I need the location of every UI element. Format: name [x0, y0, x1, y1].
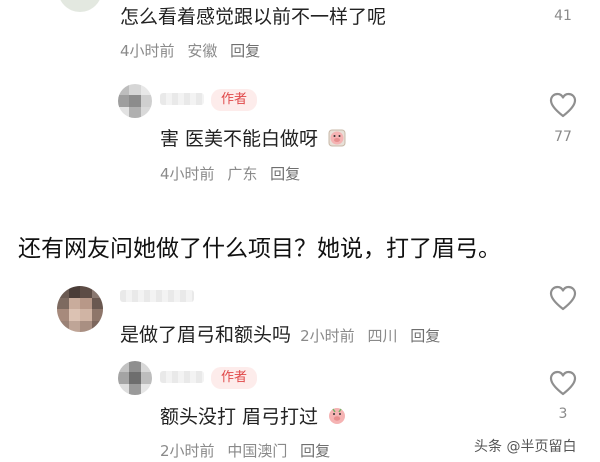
avatar[interactable]	[58, 0, 102, 12]
comment-location: 广东	[227, 165, 258, 183]
comment-location: 安徽	[187, 42, 218, 60]
heart-icon	[549, 370, 577, 396]
comment-text: 额头没打 眉弓打过	[160, 402, 347, 429]
like-button[interactable]	[549, 370, 577, 400]
pig-face-emoji-icon	[327, 406, 347, 426]
author-badge: 作者	[211, 89, 258, 111]
comment-time: 4小时前	[160, 165, 215, 183]
blurred-username	[120, 290, 194, 302]
blurred-username	[160, 93, 204, 105]
comment-time: 2小时前	[160, 442, 215, 460]
comment-meta: 4小时前 广东 回复	[160, 163, 308, 184]
heart-icon	[549, 285, 577, 311]
avatar[interactable]	[57, 286, 103, 332]
heart-icon	[549, 92, 577, 118]
like-count: 3	[558, 406, 568, 422]
reply-button[interactable]: 回复	[300, 442, 330, 460]
comment-meta: 2小时前 中国澳门 回复	[160, 440, 338, 461]
like-count: 77	[554, 129, 572, 145]
comment-text: 怎么看着感觉跟以前不一样了呢	[120, 6, 387, 28]
comment-text: 害 医美不能白做呀	[160, 124, 347, 151]
comment-time: 2小时前	[300, 327, 355, 345]
comment-location: 四川	[367, 327, 398, 345]
author-badge: 作者	[211, 367, 258, 389]
comment-row: 是做了眉弓和额头吗 2小时前 四川 回复	[120, 320, 448, 347]
comment-meta: 4小时前 安徽 回复	[120, 40, 268, 61]
avatar[interactable]	[118, 84, 152, 118]
like-count: 41	[554, 8, 572, 24]
comment-text-content: 额头没打 眉弓打过	[160, 406, 319, 428]
comment-text: 是做了眉弓和额头吗	[120, 324, 292, 346]
comment-meta: 2小时前 四川 回复	[300, 327, 448, 345]
reply-button[interactable]: 回复	[410, 327, 440, 345]
pig-face-emoji-icon	[327, 128, 347, 148]
comment-location: 中国澳门	[227, 442, 288, 460]
blurred-username	[160, 371, 204, 383]
watermark: 头条 @半页留白	[474, 439, 577, 455]
comment-text-content: 害 医美不能白做呀	[160, 128, 319, 150]
avatar[interactable]	[118, 361, 152, 395]
like-button[interactable]	[549, 92, 577, 122]
like-button[interactable]	[549, 285, 577, 315]
reply-button[interactable]: 回复	[230, 42, 260, 60]
reply-button[interactable]: 回复	[270, 165, 300, 183]
comment-time: 4小时前	[120, 42, 175, 60]
caption-text: 还有网友问她做了什么项目？她说，打了眉弓。	[18, 236, 501, 262]
